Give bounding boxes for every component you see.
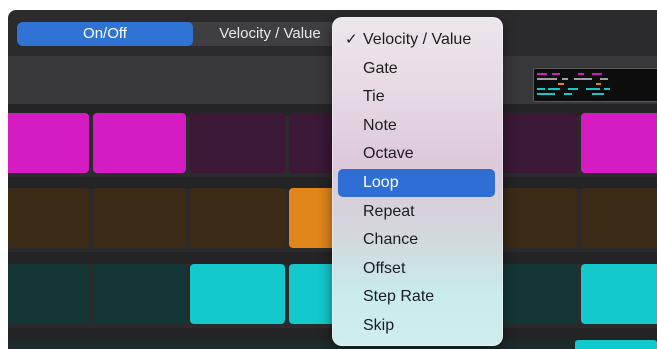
step-cell[interactable] xyxy=(93,264,186,324)
menu-item-offset[interactable]: Offset xyxy=(338,255,495,283)
step-cell[interactable] xyxy=(190,188,285,248)
menu-item-tie[interactable]: Tie xyxy=(338,83,495,111)
menu-item-gate[interactable]: Gate xyxy=(338,55,495,83)
parameter-dropdown-menu: ✓ Velocity / Value Gate Tie Note Octave Loop Re… xyxy=(332,17,503,346)
menu-item-label: Repeat xyxy=(363,202,415,220)
menu-item-label: Chance xyxy=(363,231,419,249)
checkmark-icon: ✓ xyxy=(345,31,358,48)
step-cell[interactable] xyxy=(190,113,285,173)
menu-item-velocity-value[interactable]: ✓ Velocity / Value xyxy=(338,26,495,54)
menu-item-skip[interactable]: Skip xyxy=(338,312,495,340)
menu-item-chance[interactable]: Chance xyxy=(338,226,495,254)
menu-item-label: Octave xyxy=(363,145,414,163)
menu-item-label: Step Rate xyxy=(363,288,435,306)
step-cell[interactable] xyxy=(581,264,657,324)
step-cell[interactable] xyxy=(8,264,89,324)
bottom-row-active-cell xyxy=(575,340,657,349)
menu-item-label: Tie xyxy=(363,88,385,106)
tab-velocity-value[interactable]: Velocity / Value xyxy=(193,22,347,46)
menu-item-loop[interactable]: Loop xyxy=(338,169,495,197)
pattern-overview[interactable] xyxy=(533,68,657,102)
step-cell[interactable] xyxy=(8,113,89,173)
menu-item-note[interactable]: Note xyxy=(338,112,495,140)
bottom-row-stub xyxy=(8,340,657,349)
menu-item-repeat[interactable]: Repeat xyxy=(338,198,495,226)
step-cell[interactable] xyxy=(581,113,657,173)
step-cell[interactable] xyxy=(190,264,285,324)
step-cell[interactable] xyxy=(8,188,89,248)
menu-item-label: Skip xyxy=(363,317,395,334)
menu-item-label: Note xyxy=(363,116,397,134)
tab-on-off[interactable]: On/Off xyxy=(17,22,193,46)
menu-item-label: Gate xyxy=(363,59,398,77)
menu-item-step-rate[interactable]: Step Rate xyxy=(338,283,495,311)
step-cell[interactable] xyxy=(93,113,186,173)
menu-item-octave[interactable]: Octave xyxy=(338,140,495,168)
step-cell[interactable] xyxy=(93,188,186,248)
menu-item-label: Velocity / Value xyxy=(363,31,472,48)
menu-item-label: Loop xyxy=(363,174,399,191)
step-cell[interactable] xyxy=(581,188,657,248)
menu-item-label: Offset xyxy=(363,259,406,277)
edit-mode-tabs: On/Off Velocity / Value xyxy=(17,22,347,46)
